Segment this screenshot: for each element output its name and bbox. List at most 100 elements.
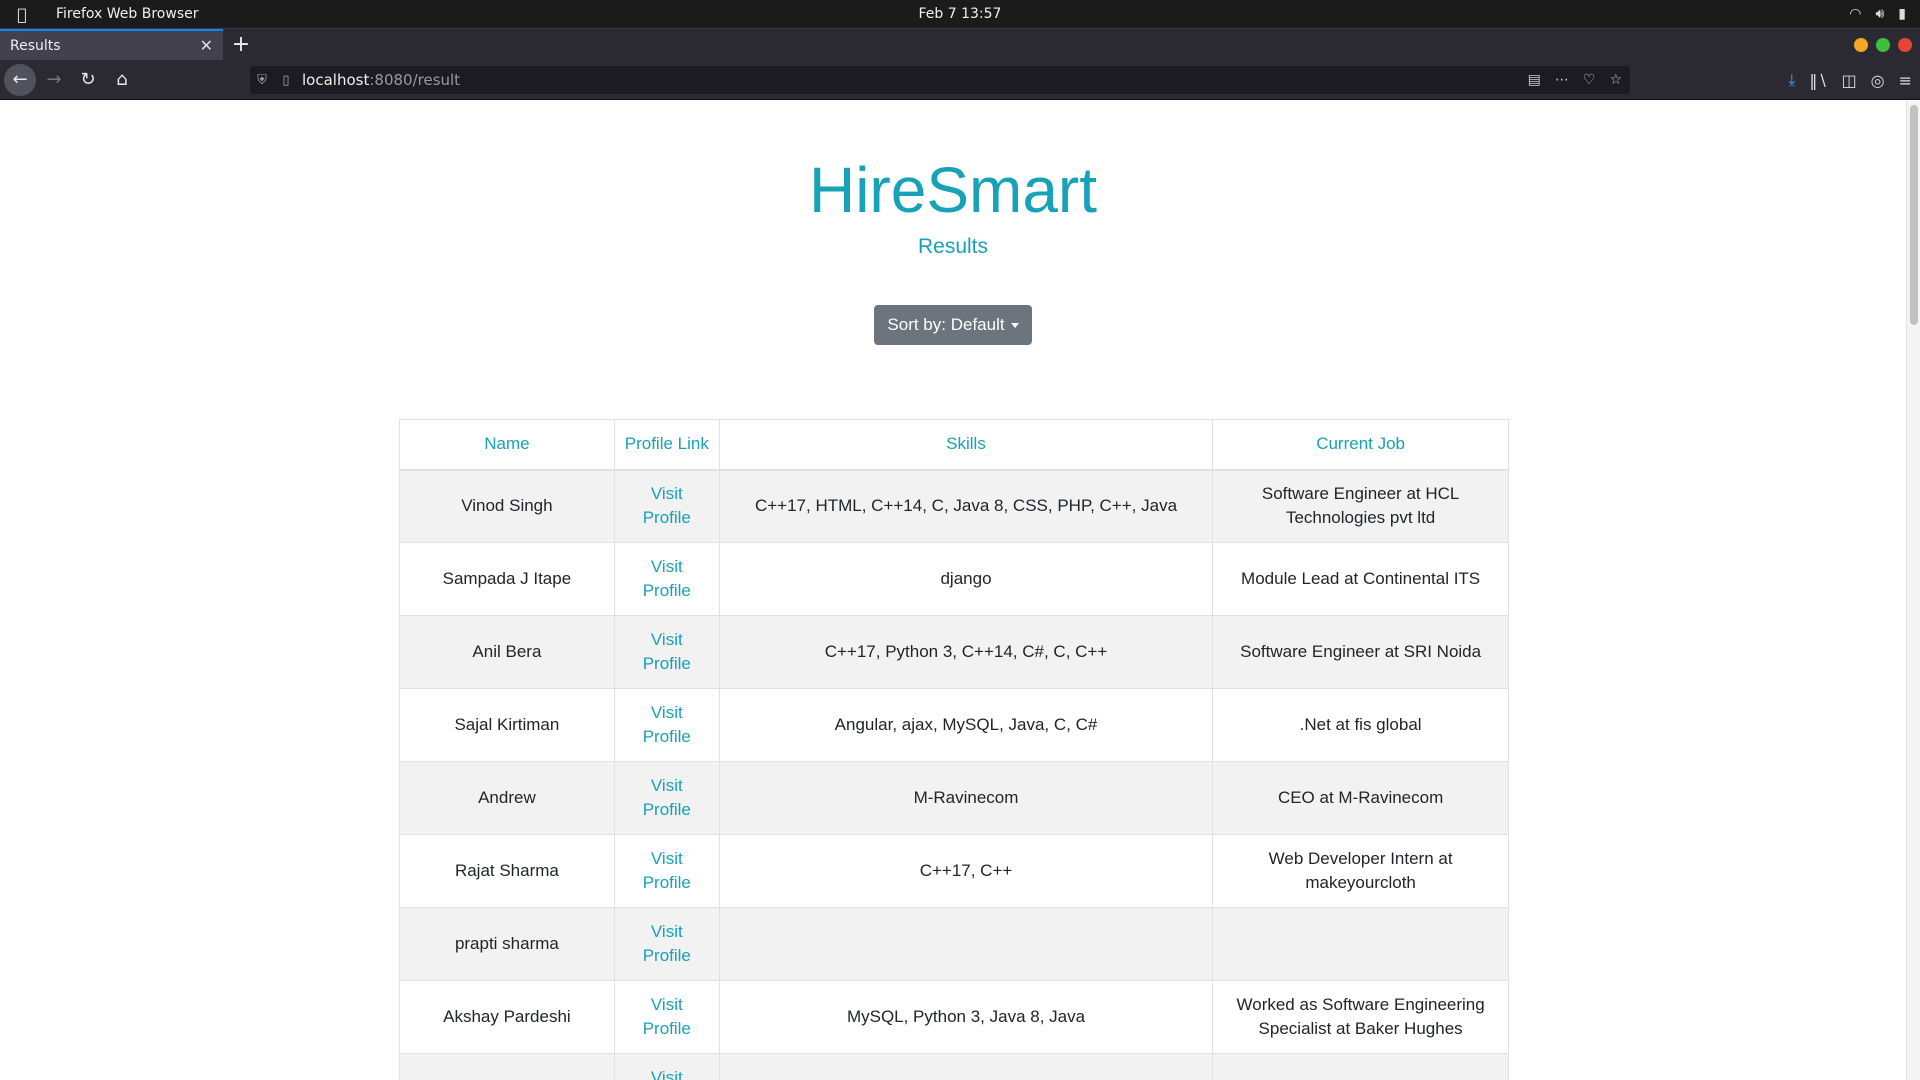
tab-title: Results bbox=[10, 37, 61, 54]
visit-link-line2: Profile bbox=[642, 581, 691, 600]
profile-link-cell: VisitProfile bbox=[613, 1053, 720, 1080]
new-tab-button[interactable]: + bbox=[223, 29, 259, 60]
candidate-name: prapti sharma bbox=[399, 907, 615, 981]
volume-icon[interactable]: 🔊︎ bbox=[1875, 6, 1884, 22]
sidebar-icon[interactable]: ◫ bbox=[1842, 71, 1857, 90]
table-row: Rajat Sharma Visit Profile C++17, C++ Web De… bbox=[399, 834, 1509, 908]
sort-dropdown-button[interactable]: Sort by: Default bbox=[874, 305, 1032, 345]
visit-link-line1: Visit bbox=[650, 922, 683, 941]
profile-link-cell: VisitProfile bbox=[613, 907, 720, 981]
table-row: Sampada J Itape Visit Profile django Module … bbox=[399, 542, 1509, 616]
apple-icon[interactable]:  bbox=[0, 5, 44, 24]
home-button[interactable]: ⌂ bbox=[106, 64, 138, 96]
candidate-skills: C++17, Python 3, C++14, C#, C, C++ bbox=[718, 615, 1214, 689]
visit-profile-link[interactable]: Visit Profile bbox=[643, 995, 691, 1038]
menu-icon[interactable]: ≡ bbox=[1899, 71, 1912, 90]
system-tray: ◠ 🔊︎ ▮ bbox=[1849, 0, 1906, 28]
table-row: Vinod Singh Visit Profile C++17, HTML, C++1… bbox=[399, 469, 1509, 543]
url-bar[interactable]: ⛨ ▯ localhost:8080/result ▤ ⋯ ♡ ☆ bbox=[250, 66, 1630, 94]
brand-title: HireSmart bbox=[808, 154, 1098, 226]
candidate-current-job: CEO at M-Ravinecom bbox=[1212, 761, 1509, 835]
tab-results[interactable]: Results ✕ bbox=[0, 29, 223, 60]
candidate-skills: C++17, HTML, C++14, C, Java 8, CSS, PHP,… bbox=[718, 469, 1214, 543]
page-scrollbar[interactable] bbox=[1906, 101, 1920, 1080]
visit-profile-link[interactable]: VisitProfile bbox=[643, 484, 691, 527]
battery-icon[interactable]: ▮ bbox=[1898, 6, 1906, 22]
candidate-name bbox=[399, 1053, 615, 1080]
back-button[interactable]: ← bbox=[4, 63, 36, 96]
table-row: VisitProfile jupyter notebook, PHP, CSS, … bbox=[399, 1053, 1509, 1080]
profile-link-cell: VisitProfile bbox=[613, 542, 720, 616]
pocket-icon[interactable]: ♡ bbox=[1583, 72, 1596, 88]
candidate-current-job: Worked as Software Engineering Specialis… bbox=[1212, 980, 1509, 1054]
profile-link-cell: Visit Profile bbox=[613, 980, 720, 1054]
scroll-thumb[interactable] bbox=[1910, 105, 1918, 325]
visit-profile-link[interactable]: VisitProfile bbox=[643, 776, 691, 819]
visit-link-line2: Profile bbox=[642, 654, 691, 673]
toolbar-right: ⤓ ‖∖ ◫ ◎ ≡ bbox=[1788, 64, 1912, 96]
close-tab-icon[interactable]: ✕ bbox=[200, 36, 213, 55]
bookmark-star-icon[interactable]: ☆ bbox=[1609, 72, 1622, 88]
navigation-toolbar: ← → ↻ ⌂ ⛨ ▯ localhost:8080/result ▤ ⋯ ♡ … bbox=[0, 60, 1920, 100]
os-top-bar:  Firefox Web Browser Feb 7 13:57 ◠ 🔊︎ ▮ bbox=[0, 0, 1920, 28]
visit-profile-link[interactable]: VisitProfile bbox=[643, 849, 691, 892]
profile-link-cell: VisitProfile bbox=[613, 615, 720, 689]
candidate-skills: django bbox=[718, 542, 1214, 616]
candidate-current-job: Software Engineer at HCL Technologies pv… bbox=[1212, 469, 1509, 543]
profile-link-cell: VisitProfile bbox=[613, 688, 720, 762]
close-window-button[interactable] bbox=[1898, 38, 1912, 52]
visit-link-line2: Profile bbox=[642, 873, 691, 892]
reload-button[interactable]: ↻ bbox=[72, 64, 104, 96]
sort-wrapper: Sort by: Default bbox=[0, 305, 1906, 345]
minimize-button[interactable] bbox=[1854, 38, 1868, 52]
visit-link-line1: Visit bbox=[650, 995, 683, 1014]
library-icon[interactable]: ‖∖ bbox=[1809, 71, 1827, 90]
table-row: prapti sharma Visit Profile bbox=[399, 907, 1509, 981]
visit-link-line2: Profile bbox=[642, 1019, 691, 1038]
candidate-current-job: .Net at fis global bbox=[1212, 688, 1509, 762]
active-app-name[interactable]: Firefox Web Browser bbox=[56, 6, 199, 22]
profile-link-cell: VisitProfile bbox=[613, 834, 720, 908]
candidate-current-job: Module Lead at Continental ITS bbox=[1212, 542, 1509, 616]
visit-link-line1: Visit bbox=[650, 1068, 683, 1080]
sort-label: Sort by: Default bbox=[887, 315, 1005, 334]
visit-profile-link[interactable]: VisitProfile bbox=[643, 630, 691, 673]
maximize-button[interactable] bbox=[1876, 38, 1890, 52]
window-controls bbox=[1854, 29, 1912, 61]
visit-profile-link[interactable]: VisitProfile bbox=[643, 557, 691, 600]
account-icon[interactable]: ◎ bbox=[1871, 71, 1885, 90]
page-subtitle: Results bbox=[917, 235, 989, 258]
visit-profile-link[interactable]: VisitProfile bbox=[643, 703, 691, 746]
table-row: Akshay Pardeshi Visit Profile MySQL, Python… bbox=[399, 980, 1509, 1054]
header-skills[interactable]: Skills bbox=[718, 419, 1214, 471]
table-row: Andrew Visit Profile M-Ravinecom CEO at M-Ra… bbox=[399, 761, 1509, 835]
visit-link-line1: Visit bbox=[650, 703, 683, 722]
visit-link-line1: Visit bbox=[650, 776, 683, 795]
header-name[interactable]: Name bbox=[399, 419, 615, 471]
table-row: Sajal Kirtiman Visit Profile Angular, ajax,… bbox=[399, 688, 1509, 762]
page-icon[interactable]: ▯ bbox=[274, 73, 298, 88]
candidate-skills bbox=[718, 907, 1214, 981]
header-current-job[interactable]: Current Job bbox=[1212, 419, 1509, 471]
reader-view-icon[interactable]: ▤ bbox=[1528, 72, 1541, 88]
clock[interactable]: Feb 7 13:57 bbox=[919, 6, 1002, 22]
candidate-name: Sampada J Itape bbox=[399, 542, 615, 616]
candidate-name: Sajal Kirtiman bbox=[399, 688, 615, 762]
header-profile-link[interactable]: Profile Link bbox=[613, 419, 720, 471]
candidate-name: Rajat Sharma bbox=[399, 834, 615, 908]
caret-down-icon bbox=[1010, 323, 1019, 329]
url-host: localhost bbox=[302, 71, 370, 89]
candidate-name: Akshay Pardeshi bbox=[399, 980, 615, 1054]
page-content: HireSmart Results Sort by: Default Name … bbox=[0, 101, 1906, 1080]
shield-icon[interactable]: ⛨ bbox=[250, 73, 274, 88]
forward-button[interactable]: → bbox=[38, 64, 70, 96]
candidate-name: Anil Bera bbox=[399, 615, 615, 689]
visit-profile-link[interactable]: VisitProfile bbox=[643, 922, 691, 965]
profile-link-cell: VisitProfile bbox=[613, 761, 720, 835]
wifi-icon[interactable]: ◠ bbox=[1849, 6, 1861, 22]
download-icon[interactable]: ⤓ bbox=[1788, 70, 1795, 90]
visit-link-line2: Profile bbox=[642, 508, 691, 528]
page-actions-icon[interactable]: ⋯ bbox=[1555, 72, 1569, 88]
table-row: Anil Bera Visit Profile C++17, Python 3, C+… bbox=[399, 615, 1509, 689]
visit-profile-link[interactable]: VisitProfile bbox=[643, 1068, 691, 1080]
